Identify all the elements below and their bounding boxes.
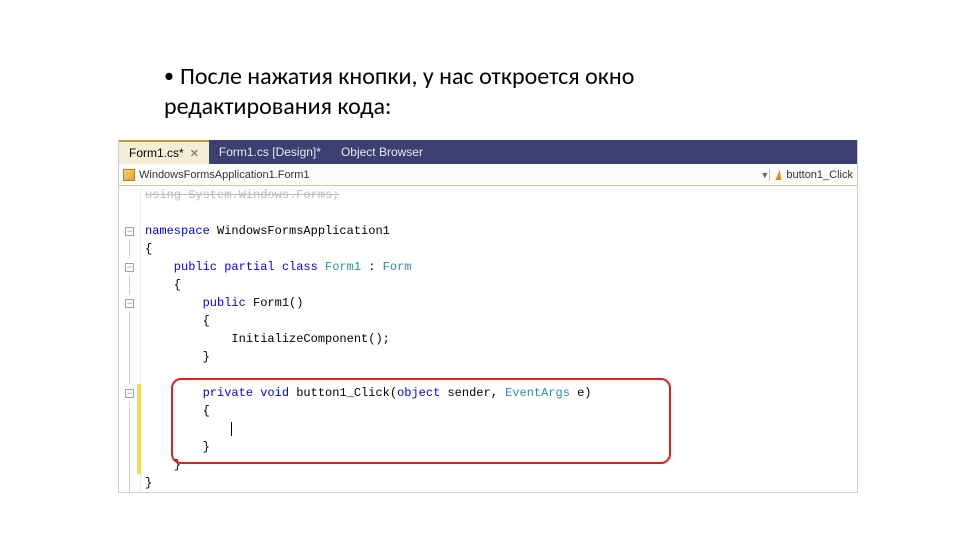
- code-line: namespace WindowsFormsApplication1: [145, 222, 853, 240]
- code-line: InitializeComponent();: [145, 330, 853, 348]
- code-line: {: [145, 312, 853, 330]
- code-line: }: [145, 348, 853, 366]
- fold-icon[interactable]: −: [125, 263, 134, 272]
- chevron-down-icon: ▼: [760, 170, 769, 180]
- bullet-content: После нажатия кнопки, у нас откроется ок…: [164, 62, 634, 121]
- fold-icon[interactable]: −: [125, 299, 134, 308]
- code-line: public partial class Form1 : Form: [145, 258, 853, 276]
- tab-label: Object Browser: [341, 145, 423, 159]
- fold-icon[interactable]: −: [125, 227, 134, 236]
- tab-object-browser[interactable]: Object Browser: [331, 140, 433, 164]
- change-marker: [137, 384, 141, 474]
- class-icon: [123, 169, 135, 181]
- tab-form-cs[interactable]: Form1.cs* ✕: [119, 140, 209, 164]
- slide-bullet-text: •После нажатия кнопки, у нас откроется о…: [164, 62, 724, 122]
- code-line: using System.Windows.Forms;: [145, 186, 853, 204]
- bolt-icon: [776, 170, 783, 180]
- tab-bar: Form1.cs* ✕ Form1.cs [Design]* Object Br…: [119, 140, 857, 164]
- code-line: {: [145, 276, 853, 294]
- member-dropdown[interactable]: button1_Click: [769, 169, 853, 181]
- scope-dropdown[interactable]: WindowsFormsApplication1.Form1 ▼: [123, 169, 769, 181]
- code-line: [145, 204, 853, 222]
- bullet-dot-icon: •: [164, 64, 174, 88]
- code-area[interactable]: using System.Windows.Forms; namespace Wi…: [141, 186, 857, 492]
- tab-label: Form1.cs*: [129, 146, 184, 160]
- highlight-annotation: [171, 378, 671, 464]
- tab-form-design[interactable]: Form1.cs [Design]*: [209, 140, 331, 164]
- code-line: {: [145, 240, 853, 258]
- navigation-strip: WindowsFormsApplication1.Form1 ▼ button1…: [119, 164, 857, 186]
- code-line: public Form1(): [145, 294, 853, 312]
- fold-icon[interactable]: −: [125, 389, 134, 398]
- close-icon[interactable]: ✕: [190, 147, 199, 160]
- ide-window: Form1.cs* ✕ Form1.cs [Design]* Object Br…: [118, 140, 858, 493]
- code-editor[interactable]: − − − − using System.Windows.Forms; name…: [119, 186, 857, 492]
- code-line: }: [145, 474, 853, 492]
- scope-label: WindowsFormsApplication1.Form1: [139, 169, 310, 181]
- member-label: button1_Click: [786, 169, 853, 181]
- tab-label: Form1.cs [Design]*: [219, 145, 321, 159]
